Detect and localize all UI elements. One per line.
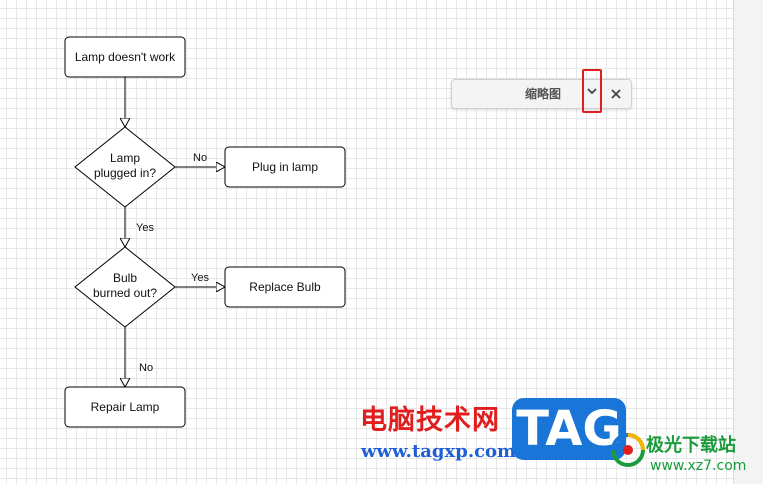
node-start[interactable]: Lamp doesn't work xyxy=(64,36,186,78)
node-start-label: Lamp doesn't work xyxy=(75,50,176,64)
minimap-title[interactable]: 缩略图 xyxy=(452,80,634,108)
edge-label-d2-no: No xyxy=(139,362,153,374)
minimap-collapse-button[interactable] xyxy=(582,69,602,113)
node-plug-in-lamp[interactable]: Plug in lamp xyxy=(224,146,346,188)
node-replace-bulb[interactable]: Replace Bulb xyxy=(224,266,346,308)
node-replace-label: Replace Bulb xyxy=(249,280,321,294)
node-repair-label: Repair Lamp xyxy=(91,400,160,414)
node-decision1-label-line1: Lamp xyxy=(110,151,140,165)
edge-label-d2-yes: Yes xyxy=(191,272,209,284)
right-sidebar-strip xyxy=(733,0,763,484)
minimap-panel[interactable]: 缩略图 xyxy=(451,69,634,113)
watermark-site2-name: 极光下载站 xyxy=(646,435,736,456)
node-plug-in-label: Plug in lamp xyxy=(252,160,318,174)
watermark-site-name: 电脑技术网 xyxy=(360,405,500,436)
node-decision2-label-line2: burned out? xyxy=(93,286,157,300)
edge-label-d1-yes: Yes xyxy=(136,222,154,234)
node-decision1-label-line2: plugged in? xyxy=(94,166,156,180)
watermark-site2-url: www.xz7.com xyxy=(650,458,747,474)
minimap-close-button[interactable] xyxy=(608,86,624,102)
node-decision-bulb-burned[interactable]: Bulb burned out? xyxy=(74,246,176,328)
aurora-logo-icon xyxy=(611,433,645,467)
edge-label-d1-no: No xyxy=(193,152,207,164)
chevron-down-icon xyxy=(587,88,597,95)
watermark-site-url: www.tagxp.com xyxy=(361,441,517,462)
node-decision-plugged-in[interactable]: Lamp plugged in? xyxy=(74,126,176,208)
close-icon xyxy=(611,89,621,99)
node-decision2-label-line1: Bulb xyxy=(113,271,137,285)
node-repair-lamp[interactable]: Repair Lamp xyxy=(64,386,186,428)
